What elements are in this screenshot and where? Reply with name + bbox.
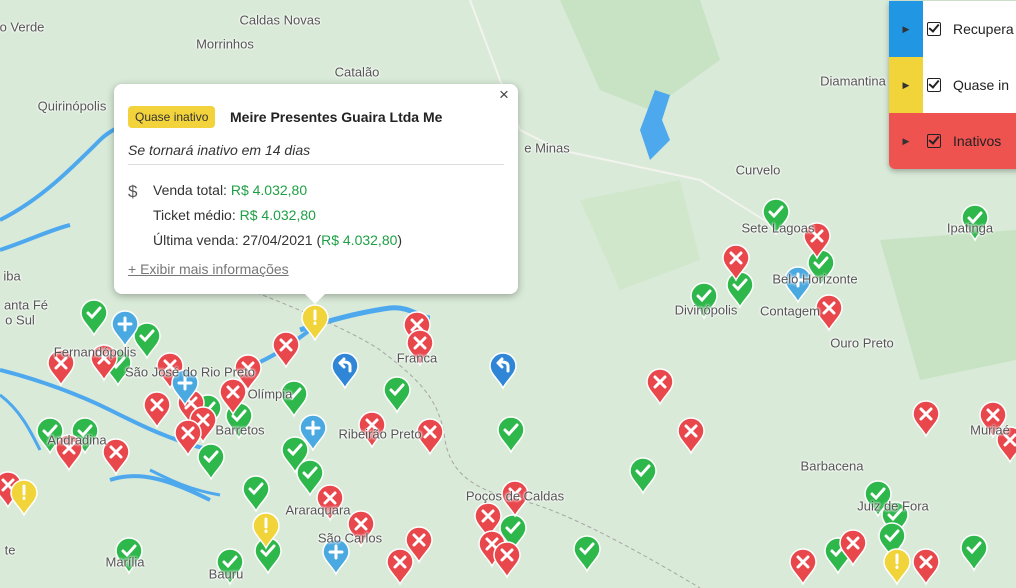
divider <box>128 164 504 165</box>
close-icon[interactable]: × <box>494 84 514 106</box>
city-label: Contagem <box>760 303 820 319</box>
average-ticket-value: R$ 4.032,80 <box>239 207 316 223</box>
checkbox[interactable] <box>927 134 941 148</box>
last-sale-row: Última venda: 27/04/2021 (R$ 4.032,80) <box>153 232 402 248</box>
status-legend: ▶ Recupera ▶ Quase in ▶ Inativos <box>889 1 1016 169</box>
expand-arrow-icon[interactable]: ▶ <box>889 1 923 57</box>
city-label: Sete Lagoas <box>741 220 815 236</box>
city-label: e Minas <box>524 140 570 156</box>
average-ticket-row: Ticket médio: R$ 4.032,80 <box>153 207 316 223</box>
city-label: Catalão <box>334 64 380 80</box>
legend-label: Recupera <box>953 21 1014 37</box>
legend-label: Inativos <box>953 133 1002 149</box>
city-label: São Carlos <box>317 530 383 546</box>
city-label: te <box>4 542 16 558</box>
city-label: Caldas Novas <box>239 12 321 28</box>
city-label: Divinópolis <box>674 302 738 318</box>
legend-item-almost-inactive[interactable]: ▶ Quase in <box>889 57 1016 113</box>
checkbox[interactable] <box>927 78 941 92</box>
status-description: Se tornará inativo em 14 dias <box>128 142 311 158</box>
city-label: Quirinópolis <box>37 98 107 114</box>
city-label: Bauru <box>208 566 244 582</box>
city-label: Morrinhos <box>196 36 254 52</box>
status-badge: Quase inativo <box>128 106 216 128</box>
city-label: Curvelo <box>735 162 781 178</box>
city-label: Olímpia <box>247 386 293 402</box>
city-label: Poços de Caldas <box>465 488 565 504</box>
total-sales-label: Venda total: <box>153 182 231 198</box>
city-label: o Sul <box>5 312 35 328</box>
city-label: Juiz de Fora <box>857 498 929 514</box>
total-sales-row: Venda total: R$ 4.032,80 <box>153 182 307 198</box>
last-sale-value: R$ 4.032,80 <box>321 232 398 248</box>
city-label: Fernandópolis <box>53 344 137 360</box>
city-label: Muriaé <box>970 422 1010 438</box>
average-ticket-label: Ticket médio: <box>153 207 240 223</box>
city-label: Marília <box>105 554 145 570</box>
dollar-icon: $ <box>128 182 138 201</box>
city-label: Barretos <box>215 422 265 438</box>
last-sale-close: ) <box>397 232 403 248</box>
city-label: iba <box>3 268 21 284</box>
legend-item-inactive[interactable]: ▶ Inativos <box>889 113 1016 169</box>
city-label: Franca <box>396 350 438 366</box>
city-label: o Verde <box>0 19 45 35</box>
city-label: Belo Horizonte <box>772 271 858 287</box>
city-label: Araraquara <box>285 502 351 518</box>
city-label: Ouro Preto <box>830 335 894 351</box>
checkbox[interactable] <box>927 22 941 36</box>
store-name: Meire Presentes Guaira Ltda Me <box>230 109 443 125</box>
show-more-link[interactable]: + Exibir mais informações <box>128 261 289 277</box>
city-label: Ipatinga <box>946 220 994 236</box>
city-label: Barbacena <box>800 458 864 474</box>
legend-item-recovered[interactable]: ▶ Recupera <box>889 1 1016 57</box>
city-label: anta Fé <box>3 297 49 313</box>
legend-label: Quase in <box>953 77 1010 93</box>
store-popup: × Quase inativo Meire Presentes Guaira L… <box>114 84 518 304</box>
expand-arrow-icon[interactable]: ▶ <box>889 57 923 113</box>
last-sale-label: Última venda: 27/04/2021 ( <box>153 232 322 248</box>
city-label: Andradina <box>47 432 107 448</box>
city-label: São José do Rio Preto <box>124 364 256 380</box>
expand-arrow-icon[interactable]: ▶ <box>889 113 923 169</box>
city-label: Ribeirão Preto <box>338 426 422 442</box>
city-label: Diamantina <box>820 73 886 89</box>
total-sales-value: R$ 4.032,80 <box>230 182 308 198</box>
